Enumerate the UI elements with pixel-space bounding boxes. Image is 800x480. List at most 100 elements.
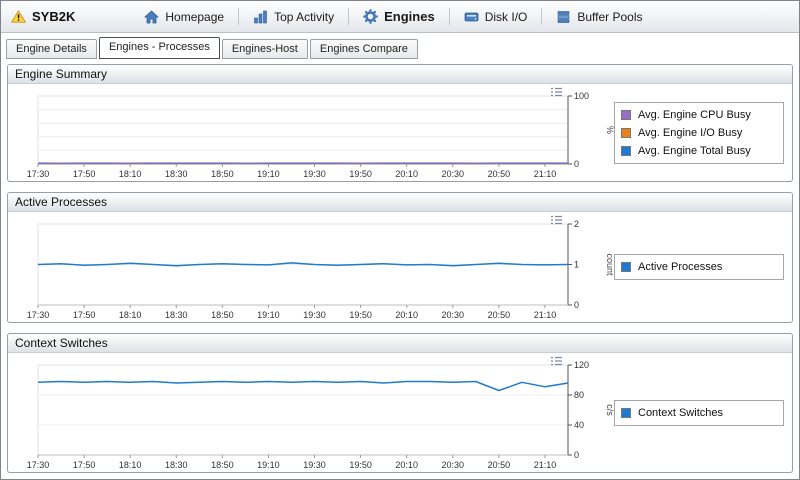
nav-label: Top Activity xyxy=(274,10,334,24)
panel-title: Active Processes xyxy=(8,193,792,212)
legend-swatch xyxy=(621,110,631,120)
svg-text:18:10: 18:10 xyxy=(119,460,142,470)
legend: Active Processes xyxy=(614,254,784,280)
legend-swatch xyxy=(621,146,631,156)
svg-text:20:10: 20:10 xyxy=(395,169,418,179)
svg-text:20:10: 20:10 xyxy=(395,310,418,320)
svg-text:19:10: 19:10 xyxy=(257,310,280,320)
svg-text:18:10: 18:10 xyxy=(119,169,142,179)
tab-engines-host[interactable]: Engines-Host xyxy=(222,39,308,59)
nav-label: Homepage xyxy=(165,10,224,24)
homepage-icon xyxy=(144,10,159,24)
legend-column: Active Processes xyxy=(614,212,792,322)
legend-item: Avg. Engine CPU Busy xyxy=(621,106,777,124)
svg-text:19:10: 19:10 xyxy=(257,460,280,470)
svg-text:120: 120 xyxy=(574,360,589,370)
svg-text:19:50: 19:50 xyxy=(349,310,372,320)
connection-title: SYB2K xyxy=(32,9,75,24)
top-activity-icon xyxy=(253,10,268,24)
legend-label: Avg. Engine Total Busy xyxy=(638,145,751,157)
tab-engine-details[interactable]: Engine Details xyxy=(6,39,97,59)
nav-separator xyxy=(449,8,450,25)
svg-text:18:50: 18:50 xyxy=(211,460,234,470)
panels-container: Engine Summary 010017:3017:5018:1018:301… xyxy=(1,59,799,479)
svg-text:18:50: 18:50 xyxy=(211,169,234,179)
panel-title: Context Switches xyxy=(8,334,792,353)
legend-item: Context Switches xyxy=(621,404,777,422)
svg-text:21:10: 21:10 xyxy=(534,310,557,320)
svg-text:20:50: 20:50 xyxy=(488,460,511,470)
svg-text:19:10: 19:10 xyxy=(257,169,280,179)
legend-column: Context Switches xyxy=(614,353,792,472)
svg-text:17:50: 17:50 xyxy=(73,460,96,470)
svg-text:%: % xyxy=(605,126,614,134)
nav-top-activity[interactable]: Top Activity xyxy=(242,6,345,28)
svg-text:17:50: 17:50 xyxy=(73,310,96,320)
legend-label: Avg. Engine CPU Busy xyxy=(638,109,751,121)
svg-text:19:50: 19:50 xyxy=(349,460,372,470)
legend-label: Context Switches xyxy=(638,407,723,419)
nav-label: Disk I/O xyxy=(485,10,528,24)
nav-label: Engines xyxy=(384,9,435,24)
engine-summary-panel: Engine Summary 010017:3017:5018:1018:301… xyxy=(7,64,793,182)
chart-area: 010017:3017:5018:1018:3018:5019:1019:301… xyxy=(8,84,614,181)
legend: Context Switches xyxy=(614,400,784,426)
svg-text:1: 1 xyxy=(574,260,579,270)
active-processes-panel: Active Processes 01217:3017:5018:1018:30… xyxy=(7,192,793,323)
top-nav: Homepage Top Activity Engines xyxy=(133,5,653,28)
svg-text:19:50: 19:50 xyxy=(349,169,372,179)
monitoring-window: SYB2K Homepage Top Activity Engine xyxy=(0,0,800,480)
svg-text:19:30: 19:30 xyxy=(303,169,326,179)
svg-text:20:50: 20:50 xyxy=(488,310,511,320)
svg-text:20:30: 20:30 xyxy=(442,169,465,179)
legend-swatch xyxy=(621,262,631,272)
nav-label: Buffer Pools xyxy=(577,10,642,24)
svg-text:20:50: 20:50 xyxy=(488,169,511,179)
tab-bar: Engine Details Engines - Processes Engin… xyxy=(1,33,799,59)
warning-icon xyxy=(11,10,26,23)
nav-homepage[interactable]: Homepage xyxy=(133,6,235,28)
chart-menu-icon[interactable] xyxy=(550,354,564,367)
svg-text:17:30: 17:30 xyxy=(27,460,50,470)
svg-text:40: 40 xyxy=(574,420,584,430)
svg-text:21:10: 21:10 xyxy=(534,460,557,470)
nav-separator xyxy=(348,8,349,25)
svg-text:count: count xyxy=(605,253,614,276)
engines-icon xyxy=(363,9,378,24)
chart-menu-icon[interactable] xyxy=(550,85,564,98)
svg-text:19:30: 19:30 xyxy=(303,460,326,470)
nav-separator xyxy=(541,8,542,25)
engine-summary-chart: 010017:3017:5018:1018:3018:5019:1019:301… xyxy=(8,84,614,181)
legend-label: Active Processes xyxy=(638,261,722,273)
nav-engines[interactable]: Engines xyxy=(352,5,446,28)
chart-area: 01217:3017:5018:1018:3018:5019:1019:3019… xyxy=(8,212,614,322)
svg-text:c/s: c/s xyxy=(605,404,614,416)
nav-buffer-pools[interactable]: Buffer Pools xyxy=(545,6,653,28)
legend-item: Active Processes xyxy=(621,258,777,276)
svg-text:18:10: 18:10 xyxy=(119,310,142,320)
legend-item: Avg. Engine Total Busy xyxy=(621,142,777,160)
legend-label: Avg. Engine I/O Busy xyxy=(638,127,742,139)
chart-menu-icon[interactable] xyxy=(550,213,564,226)
svg-text:18:30: 18:30 xyxy=(165,460,188,470)
legend-column: Avg. Engine CPU Busy Avg. Engine I/O Busy… xyxy=(614,84,792,181)
svg-text:100: 100 xyxy=(574,91,589,101)
svg-text:18:30: 18:30 xyxy=(165,310,188,320)
svg-text:19:30: 19:30 xyxy=(303,310,326,320)
svg-text:18:50: 18:50 xyxy=(211,310,234,320)
legend: Avg. Engine CPU Busy Avg. Engine I/O Busy… xyxy=(614,102,784,164)
svg-text:21:10: 21:10 xyxy=(534,169,557,179)
active-processes-chart: 01217:3017:5018:1018:3018:5019:1019:3019… xyxy=(8,212,614,322)
svg-text:17:50: 17:50 xyxy=(73,169,96,179)
context-switches-panel: Context Switches 0408012017:3017:5018:10… xyxy=(7,333,793,473)
svg-text:20:30: 20:30 xyxy=(442,460,465,470)
buffer-pools-icon xyxy=(556,10,571,24)
legend-swatch xyxy=(621,408,631,418)
svg-text:0: 0 xyxy=(574,300,579,310)
svg-text:20:30: 20:30 xyxy=(442,310,465,320)
tab-engines-compare[interactable]: Engines Compare xyxy=(310,39,418,59)
svg-text:20:10: 20:10 xyxy=(395,460,418,470)
tab-engines-processes[interactable]: Engines - Processes xyxy=(99,37,220,59)
nav-disk-io[interactable]: Disk I/O xyxy=(453,6,539,28)
nav-separator xyxy=(238,8,239,25)
